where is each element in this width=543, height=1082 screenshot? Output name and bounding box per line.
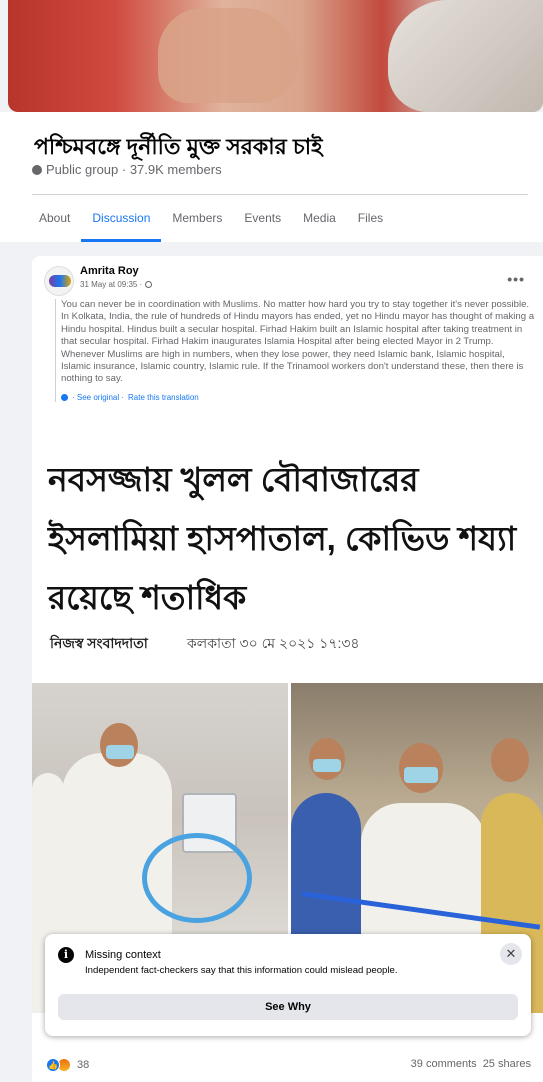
post-author[interactable]: Amrita Roy [80, 265, 139, 277]
cover-face-image [388, 0, 543, 112]
comments-count[interactable]: 39 comments [411, 1058, 477, 1070]
tab-members[interactable]: Members [161, 195, 233, 241]
info-icon: i [58, 947, 74, 963]
see-why-button[interactable]: See Why [58, 994, 518, 1020]
news-headline: নবসজ্জায় খুলল বৌবাজারের ইসলামিয়া হাসপা… [48, 461, 517, 616]
tab-discussion[interactable]: Discussion [81, 195, 162, 242]
group-tabs: About Discussion Members Events Media Fi… [28, 195, 394, 242]
see-original-link[interactable]: · See original · [72, 393, 124, 402]
group-header: পশ্চিমবঙ্গে দূর্নীতি মুক্ত সরকার চাই Pub… [0, 112, 543, 242]
post-timestamp[interactable]: 31 May at 09:35 · [80, 280, 153, 289]
like-icon: 👍 [46, 1058, 60, 1072]
face-mask [106, 745, 134, 759]
post-timestamp-text[interactable]: 31 May at 09:35 · [80, 280, 142, 289]
translate-gear-icon [61, 393, 68, 401]
audience-globe-icon [145, 281, 153, 288]
group-cover-photo[interactable] [8, 0, 543, 112]
reactions-summary[interactable]: 👍 38 [46, 1058, 89, 1072]
fact-check-text: Independent fact-checkers say that this … [85, 965, 398, 976]
reaction-count[interactable]: 38 [77, 1059, 89, 1071]
translation-links: · See original · Rate this translation [61, 393, 535, 402]
news-byline: নিজস্ব সংবাদদাতা [50, 635, 148, 651]
more-horizontal-icon[interactable]: ••• [507, 271, 525, 287]
ventilator-hose [142, 833, 252, 923]
tab-files[interactable]: Files [347, 195, 394, 241]
face-mask [313, 759, 341, 772]
person-head [491, 738, 529, 782]
tab-about[interactable]: About [28, 195, 81, 241]
avatar[interactable] [44, 266, 74, 296]
post-translated-text: You can never be in coordination with Mu… [55, 299, 535, 402]
globe-icon [32, 164, 42, 175]
face-mask [404, 767, 438, 783]
fact-check-title: Missing context [85, 949, 161, 961]
post-card: Amrita Roy 31 May at 09:35 · ••• You can… [32, 256, 543, 1082]
post-text: You can never be in coordination with Mu… [61, 299, 535, 385]
tab-media[interactable]: Media [292, 195, 347, 241]
rate-translation-link[interactable]: Rate this translation [128, 393, 199, 402]
fact-check-overlay: i Missing context Independent fact-check… [45, 934, 531, 1036]
news-dateline: কলকাতা ৩০ মে ২০২১ ১৭:৩৪ [187, 635, 360, 651]
cover-fist-image [158, 8, 298, 103]
tab-events[interactable]: Events [233, 195, 292, 241]
group-meta: Public group · 37.9K members [32, 162, 222, 177]
group-meta-text: Public group · 37.9K members [46, 162, 222, 177]
close-icon[interactable]: ✕ [500, 943, 522, 965]
engagement-counts: 39 comments 25 shares [411, 1058, 531, 1070]
post-footer: 👍 38 39 comments 25 shares [32, 1048, 543, 1082]
shares-count[interactable]: 25 shares [483, 1058, 531, 1070]
